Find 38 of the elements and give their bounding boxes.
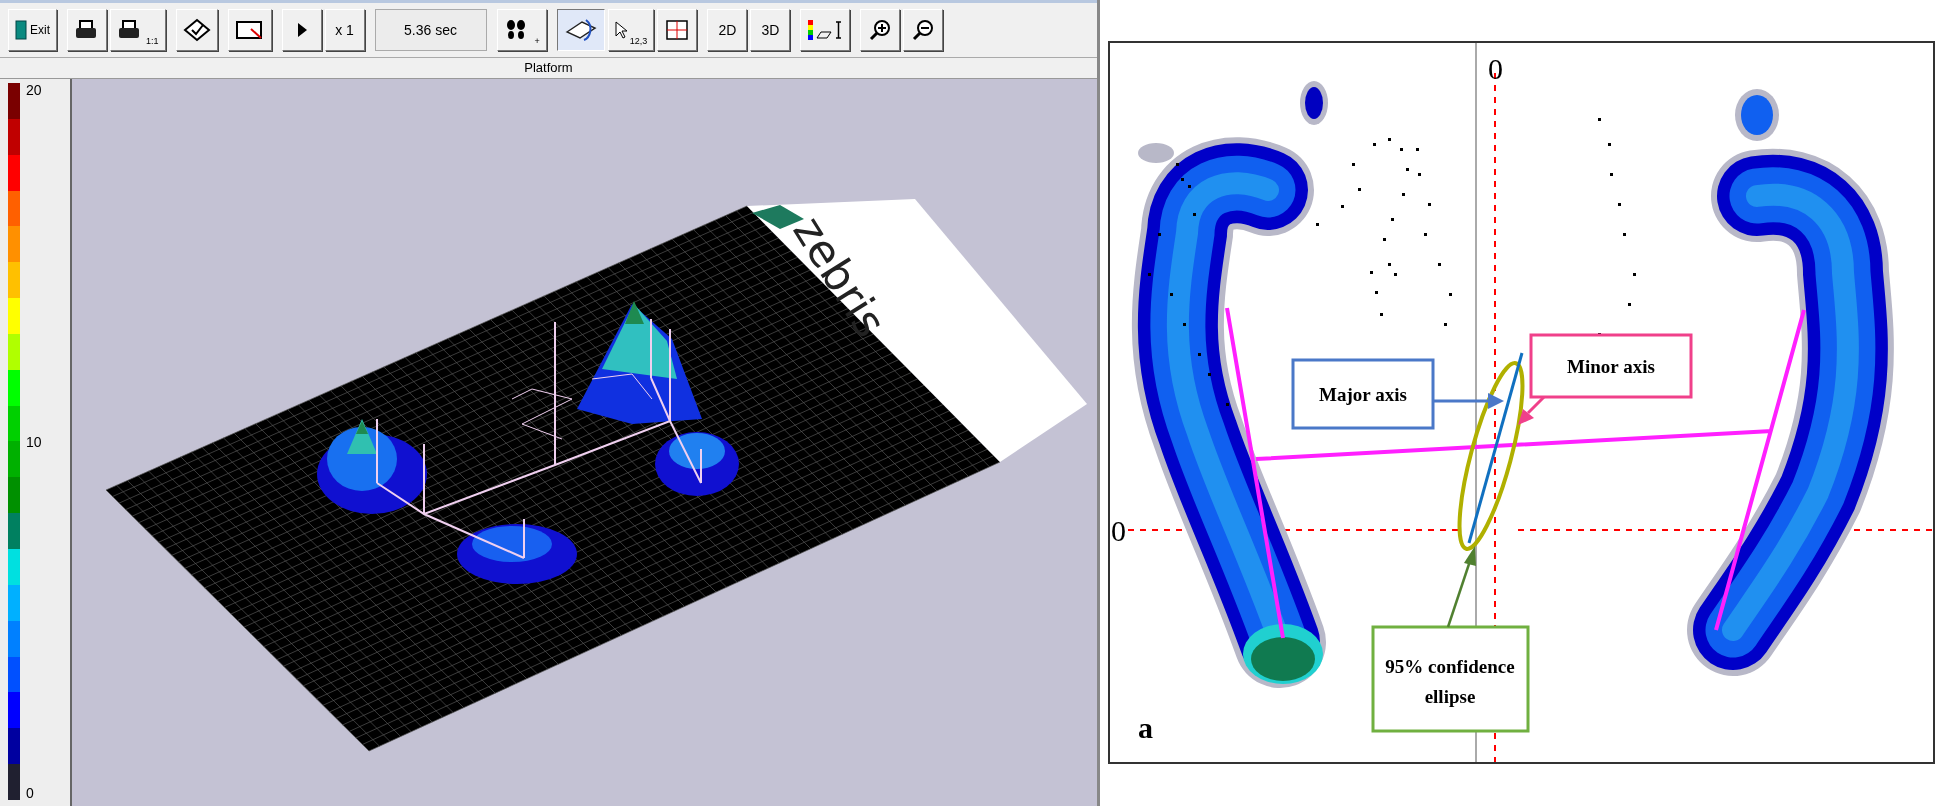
- scale-tick-label: 20: [26, 83, 42, 97]
- grid-button[interactable]: [657, 9, 698, 51]
- feet-button[interactable]: +: [496, 9, 547, 51]
- zoom-out-icon: [912, 19, 935, 41]
- scale-tick-label: 0: [26, 786, 35, 800]
- callout-arrow: [1432, 393, 1504, 409]
- scale-button[interactable]: [800, 9, 851, 51]
- display-button[interactable]: 5.36 sec: [374, 9, 487, 51]
- axis-zero-label: 0: [1110, 514, 1126, 547]
- print-button[interactable]: [67, 9, 107, 51]
- callout-label: Major axis: [1318, 384, 1407, 405]
- scale-tick-label: 10: [26, 434, 42, 449]
- callout-label: 95% confidence ellipse: [1384, 656, 1515, 707]
- zoom-in-icon: [869, 19, 892, 41]
- zoom-out-button[interactable]: [903, 9, 944, 51]
- print-button[interactable]: 1:1: [110, 9, 166, 51]
- text-button[interactable]: 2D: [707, 9, 748, 51]
- rotate-button[interactable]: [556, 9, 605, 51]
- panel-label: a: [1137, 711, 1153, 744]
- cursor-icon: [614, 21, 627, 39]
- stamp-button[interactable]: [175, 9, 218, 51]
- frame-button[interactable]: [227, 9, 272, 51]
- frame-icon: [234, 19, 265, 41]
- text-button[interactable]: 3D: [750, 9, 791, 51]
- axis-zero-label: 0: [1487, 52, 1503, 85]
- play-icon: [295, 22, 308, 38]
- checked-sheet-icon: [182, 18, 211, 42]
- zoom-in-button[interactable]: [860, 9, 901, 51]
- exit-button[interactable]: Exit: [8, 9, 57, 51]
- callout-arrow: [1517, 395, 1545, 425]
- door-icon: [15, 20, 27, 40]
- rotate-plane-icon: [563, 18, 598, 42]
- text-button[interactable]: x 1: [324, 9, 365, 51]
- play-button[interactable]: [281, 9, 322, 51]
- grid-icon: [666, 20, 689, 40]
- color-scale-icon: [807, 19, 844, 41]
- cursor-button[interactable]: 12,3: [607, 9, 655, 51]
- callout-label: Minor axis: [1566, 356, 1655, 377]
